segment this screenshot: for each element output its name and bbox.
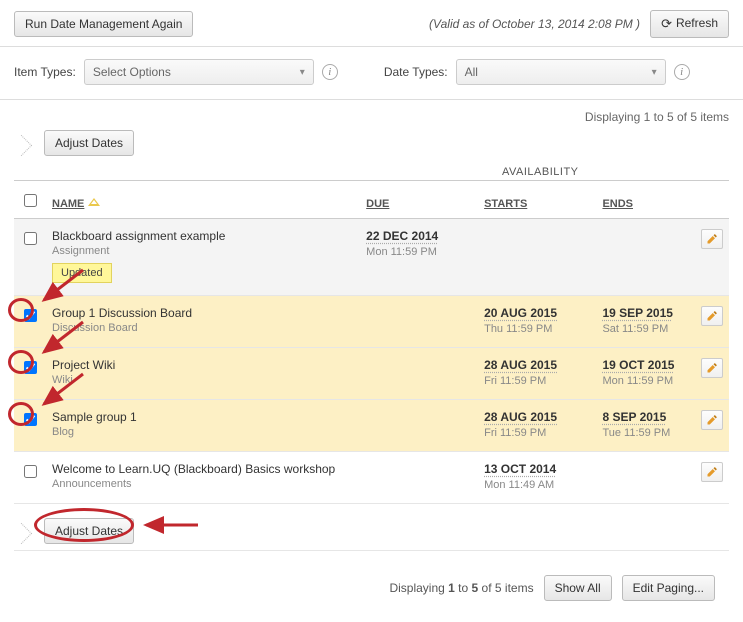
refresh-button[interactable]: ⟳ Refresh xyxy=(650,10,729,38)
due-column-header[interactable]: DUE xyxy=(360,181,478,219)
item-types-value: Select Options xyxy=(93,65,171,79)
due-date: 22 DEC 2014 xyxy=(366,229,472,243)
toolbar: Adjust Dates xyxy=(0,130,743,166)
table-row: Sample group 1 Blog 28 AUG 2015 Fri 11:59 P… xyxy=(14,400,729,452)
run-date-management-button[interactable]: Run Date Management Again xyxy=(14,11,193,37)
table-wrap: AVAILABILITY NAME DUE STARTS ENDS Blackb… xyxy=(0,166,743,504)
validity-text: (Valid as of October 13, 2014 2:08 PM ) xyxy=(429,17,640,31)
edit-paging-button[interactable]: Edit Paging... xyxy=(622,575,715,601)
pencil-icon xyxy=(706,414,718,426)
start-date: 28 AUG 2015 xyxy=(484,410,590,424)
table-row: Project Wiki Wiki 28 AUG 2015 Fri 11:59 PM 1… xyxy=(14,348,729,400)
end-date: 19 SEP 2015 xyxy=(602,306,689,320)
filter-bar: Item Types: Select Options ▾ i Date Type… xyxy=(0,47,743,100)
chevron-down-icon: ▾ xyxy=(652,67,657,78)
row-checkbox[interactable] xyxy=(24,413,37,426)
row-checkbox[interactable] xyxy=(24,361,37,374)
item-type: Discussion Board xyxy=(52,322,354,334)
edit-button[interactable] xyxy=(701,358,723,378)
topbar: Run Date Management Again (Valid as of O… xyxy=(0,0,743,47)
edit-button[interactable] xyxy=(701,462,723,482)
pencil-icon xyxy=(706,362,718,374)
bottom-toolbar: Adjust Dates xyxy=(0,504,743,550)
name-header-label: NAME xyxy=(52,198,84,210)
chevron-down-icon: ▾ xyxy=(300,67,305,78)
start-date-sub: Fri 11:59 PM xyxy=(484,375,590,387)
sort-asc-icon xyxy=(88,198,100,206)
row-checkbox[interactable] xyxy=(24,232,37,245)
start-date-sub: Mon 11:49 AM xyxy=(484,479,590,491)
date-types-value: All xyxy=(465,65,478,79)
info-icon: i xyxy=(322,64,338,80)
item-name: Blackboard assignment example xyxy=(52,229,354,243)
table-row: Blackboard assignment example Assignment U… xyxy=(14,219,729,296)
name-column-header[interactable]: NAME xyxy=(46,181,360,219)
start-date: 20 AUG 2015 xyxy=(484,306,590,320)
edit-button[interactable] xyxy=(701,229,723,249)
availability-header: AVAILABILITY xyxy=(496,166,579,180)
edit-button[interactable] xyxy=(701,306,723,326)
end-date-sub: Mon 11:59 PM xyxy=(602,375,689,387)
row-checkbox[interactable] xyxy=(24,465,37,478)
adjust-dates-button[interactable]: Adjust Dates xyxy=(44,130,134,156)
item-type: Announcements xyxy=(52,478,354,490)
edit-button[interactable] xyxy=(701,410,723,430)
refresh-label: Refresh xyxy=(676,16,718,30)
select-all-checkbox[interactable] xyxy=(24,194,37,207)
start-date: 28 AUG 2015 xyxy=(484,358,590,372)
paging-text: Displaying 1 to 5 of 5 items xyxy=(389,581,533,595)
selection-arrow-icon xyxy=(14,524,36,538)
items-table: NAME DUE STARTS ENDS Blackboard assignme… xyxy=(14,180,729,504)
item-name: Welcome to Learn.UQ (Blackboard) Basics … xyxy=(52,462,354,476)
start-date-sub: Fri 11:59 PM xyxy=(484,427,590,439)
info-icon: i xyxy=(674,64,690,80)
item-type: Assignment xyxy=(52,245,354,257)
ends-column-header[interactable]: ENDS xyxy=(596,181,695,219)
selection-arrow-icon xyxy=(14,136,36,150)
pencil-icon xyxy=(706,233,718,245)
paging-top: Displaying 1 to 5 of 5 items xyxy=(0,100,743,130)
item-type: Blog xyxy=(52,426,354,438)
refresh-icon: ⟳ xyxy=(661,16,672,32)
row-checkbox[interactable] xyxy=(24,309,37,322)
start-date-sub: Thu 11:59 PM xyxy=(484,323,590,335)
end-date-sub: Tue 11:59 PM xyxy=(602,427,689,439)
item-types-label: Item Types: xyxy=(14,65,76,79)
due-date-sub: Mon 11:59 PM xyxy=(366,246,472,258)
item-name: Project Wiki xyxy=(52,358,354,372)
end-date: 8 SEP 2015 xyxy=(602,410,689,424)
updated-badge: Updated xyxy=(52,263,112,283)
starts-column-header[interactable]: STARTS xyxy=(478,181,596,219)
date-types-label: Date Types: xyxy=(384,65,448,79)
adjust-dates-button-bottom[interactable]: Adjust Dates xyxy=(44,518,134,544)
date-types-select[interactable]: All ▾ xyxy=(456,59,666,85)
pencil-icon xyxy=(706,466,718,478)
item-types-select[interactable]: Select Options ▾ xyxy=(84,59,314,85)
show-all-button[interactable]: Show All xyxy=(544,575,612,601)
end-date-sub: Sat 11:59 PM xyxy=(602,323,689,335)
end-date: 19 OCT 2015 xyxy=(602,358,689,372)
paging-bottom: Displaying 1 to 5 of 5 items Show All Ed… xyxy=(14,550,729,615)
table-row: Group 1 Discussion Board Discussion Board… xyxy=(14,296,729,348)
start-date: 13 OCT 2014 xyxy=(484,462,590,476)
item-name: Sample group 1 xyxy=(52,410,354,424)
pencil-icon xyxy=(706,310,718,322)
table-row: Welcome to Learn.UQ (Blackboard) Basics … xyxy=(14,452,729,504)
item-name: Group 1 Discussion Board xyxy=(52,306,354,320)
item-type: Wiki xyxy=(52,374,354,386)
